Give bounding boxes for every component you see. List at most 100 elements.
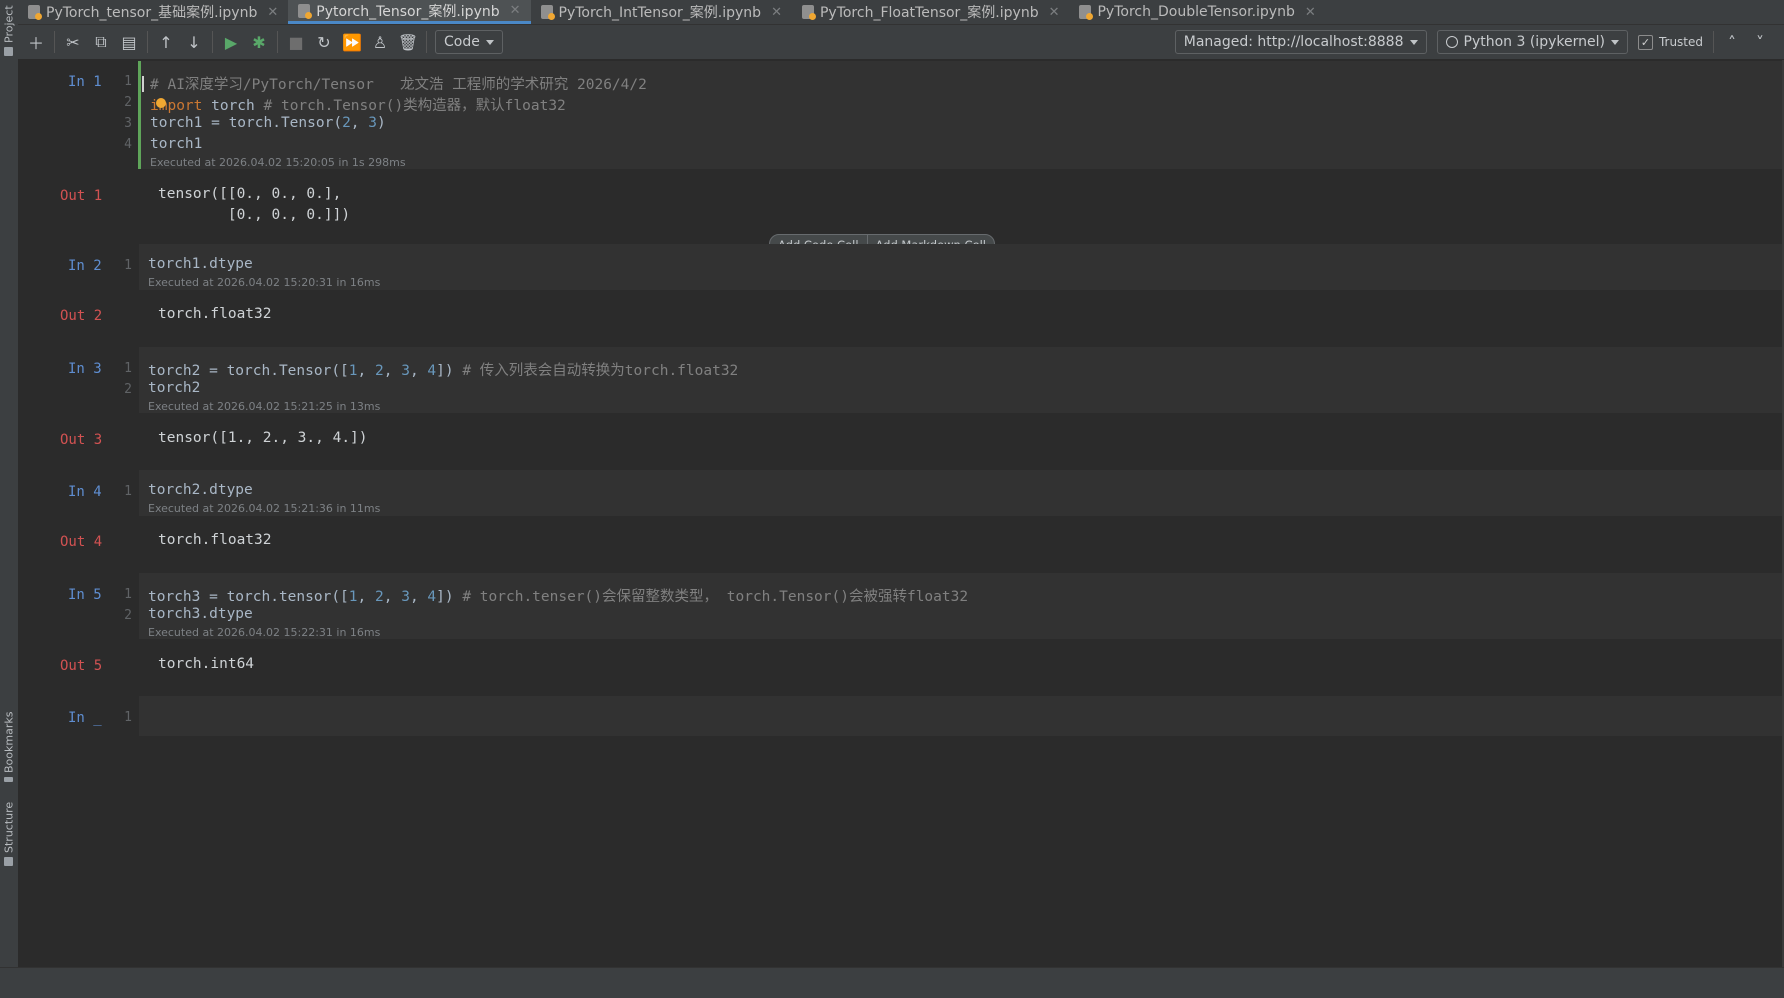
code-editor[interactable]: torch3 = torch.tensor([1, 2, 3, 4]) # to… — [139, 573, 1784, 639]
cell-output: tensor([1., 2., 3., 4.]) — [158, 430, 368, 446]
execution-info: Executed at 2026.04.02 15:20:31 in 16ms — [148, 276, 381, 289]
toolbar-divider — [54, 31, 55, 53]
bookmarks-label: Bookmarks — [2, 712, 16, 774]
run-cell-icon[interactable]: ▶ — [217, 28, 245, 56]
tab-pytorch-doubletensor[interactable]: PyTorch_DoubleTensor.ipynb ✕ — [1069, 0, 1325, 24]
run-all-icon[interactable]: ⏩ — [338, 28, 366, 56]
chevron-down-icon — [485, 39, 494, 45]
project-label: Project — [2, 5, 16, 43]
tab-pytorch-floattensor[interactable]: PyTorch_FloatTensor_案例.ipynb ✕ — [792, 0, 1070, 24]
server-value: Managed: http://localhost:8888 — [1183, 34, 1404, 50]
add-cell-icon[interactable]: ＋ — [22, 28, 50, 56]
line-number: 2 — [124, 95, 132, 110]
in-prompt: In 3 — [68, 361, 102, 377]
code-line: torch2 = torch.Tensor([1, 2, 3, 4]) # 传入… — [148, 363, 739, 379]
out-prompt: Out 3 — [60, 432, 103, 448]
toolbar-divider — [147, 31, 148, 53]
structure-label: Structure — [2, 801, 16, 853]
execution-info: Executed at 2026.04.02 15:20:05 in 1s 29… — [150, 156, 406, 169]
in-prompt: In 5 — [68, 587, 102, 603]
restart-icon[interactable]: ↻ — [310, 28, 338, 56]
toolbar-divider — [426, 31, 427, 53]
tab-pytorch-tensor-basics[interactable]: PyTorch_tensor_基础案例.ipynb ✕ — [18, 0, 288, 24]
bookmarks-tool-button[interactable]: Bookmarks — [0, 712, 18, 782]
notebook-file-icon — [28, 5, 42, 20]
code-editor[interactable] — [139, 696, 1784, 736]
tab-pytorch-tensor-examples[interactable]: Pytorch_Tensor_案例.ipynb ✕ — [288, 0, 531, 24]
in-prompt: In 2 — [68, 258, 102, 274]
line-number: 3 — [124, 116, 132, 131]
cell-type-select[interactable]: Code — [435, 30, 503, 54]
line-number: 1 — [124, 74, 132, 89]
notebook-toolbar: ＋ ✂ ⧉ ▤ ↑ ↓ ▶ ✱ ■ ↻ ⏩ ♙ 🗑 Code Managed: … — [18, 25, 1784, 60]
checkbox-icon[interactable]: ✓ — [1637, 34, 1653, 50]
chevron-down-icon — [1610, 39, 1619, 45]
trusted-label: Trusted — [1658, 35, 1703, 49]
tab-pytorch-inttensor[interactable]: PyTorch_IntTensor_案例.ipynb ✕ — [531, 0, 792, 24]
line-number: 1 — [124, 710, 132, 725]
execution-info: Executed at 2026.04.02 15:21:36 in 11ms — [148, 502, 381, 515]
chevron-down-icon — [1409, 39, 1418, 45]
code-editor[interactable]: torch1.dtype Executed at 2026.04.02 15:2… — [139, 244, 1784, 290]
server-select[interactable]: Managed: http://localhost:8888 — [1174, 30, 1427, 54]
tab-label: PyTorch_DoubleTensor.ipynb — [1097, 4, 1295, 20]
move-up-icon[interactable]: ↑ — [152, 28, 180, 56]
cell-output: torch.float32 — [158, 306, 272, 322]
trusted-toggle[interactable]: ✓ Trusted — [1637, 34, 1703, 50]
line-number: 1 — [124, 484, 132, 499]
code-line: torch2.dtype — [148, 482, 253, 498]
close-icon[interactable]: ✕ — [1305, 5, 1316, 20]
line-number: 1 — [124, 587, 132, 602]
notebook-editor: In 1 1 2 3 4 # AI深度学习/PyTorch/Tensor 龙文浩… — [18, 60, 1784, 968]
cell-output: [0., 0., 0.]]) — [158, 207, 351, 223]
structure-tool-button[interactable]: Structure — [0, 800, 18, 866]
paste-icon[interactable]: ▤ — [115, 28, 143, 56]
comment-token: # torch.tenser()会保留整数类型， torch.Tensor()会… — [462, 589, 969, 605]
line-number: 4 — [124, 137, 132, 152]
code-editor[interactable]: # AI深度学习/PyTorch/Tensor 龙文浩 工程师的学术研究 202… — [138, 61, 1784, 169]
execution-info: Executed at 2026.04.02 15:21:25 in 13ms — [148, 400, 381, 413]
code-line: import torch # torch.Tensor()类构造器，默认floa… — [150, 98, 566, 114]
editor-tab-bar: PyTorch_tensor_基础案例.ipynb ✕ Pytorch_Tens… — [18, 0, 1784, 25]
notebook-file-icon — [801, 5, 816, 20]
comment-token: # torch.Tensor()类构造器，默认float32 — [263, 98, 566, 114]
code-editor[interactable]: torch2.dtype Executed at 2026.04.02 15:2… — [139, 470, 1784, 516]
clear-icon[interactable]: ♙ — [366, 28, 394, 56]
line-number: 1 — [124, 361, 132, 376]
structure-icon — [4, 857, 14, 866]
move-down-icon[interactable]: ↓ — [180, 28, 208, 56]
text-cursor — [142, 76, 144, 92]
notebook-file-icon — [298, 3, 313, 19]
in-prompt: In 1 — [68, 74, 102, 90]
tool-window-strip: Project Bookmarks Structure — [0, 0, 19, 998]
chevron-down-icon[interactable]: ˅ — [1746, 28, 1774, 56]
code-line: torch1.dtype — [148, 256, 253, 272]
close-icon[interactable]: ✕ — [267, 5, 278, 20]
close-icon[interactable]: ✕ — [510, 3, 521, 18]
cell-output: tensor([[0., 0., 0.], — [158, 186, 342, 202]
close-icon[interactable]: ✕ — [1049, 5, 1060, 20]
kernel-select[interactable]: Python 3 (ipykernel) — [1436, 30, 1628, 54]
notebook-file-icon — [1079, 5, 1094, 20]
line-number: 2 — [124, 608, 132, 623]
line-number: 2 — [124, 382, 132, 397]
code-line: torch2 — [148, 380, 201, 396]
copy-icon[interactable]: ⧉ — [87, 28, 115, 56]
intention-bulb-icon[interactable] — [156, 98, 166, 108]
chevron-up-icon[interactable]: ˄ — [1718, 28, 1746, 56]
delete-icon[interactable]: 🗑 — [394, 28, 422, 56]
code-editor[interactable]: torch2 = torch.Tensor([1, 2, 3, 4]) # 传入… — [139, 347, 1784, 413]
out-prompt: Out 4 — [60, 534, 103, 550]
cut-icon[interactable]: ✂ — [59, 28, 87, 56]
debug-icon[interactable]: ✱ — [245, 28, 273, 56]
execution-info: Executed at 2026.04.02 15:22:31 in 16ms — [148, 626, 381, 639]
project-icon — [4, 47, 14, 56]
code-line: torch3.dtype — [148, 606, 253, 622]
code-line: torch3 = torch.tensor([1, 2, 3, 4]) # to… — [148, 589, 969, 605]
notebook-file-icon — [540, 5, 555, 20]
project-tool-button[interactable]: Project — [0, 4, 18, 56]
cell-type-value: Code — [444, 34, 480, 50]
stop-icon[interactable]: ■ — [282, 28, 310, 56]
in-prompt: In _ — [68, 710, 102, 726]
close-icon[interactable]: ✕ — [771, 5, 782, 20]
